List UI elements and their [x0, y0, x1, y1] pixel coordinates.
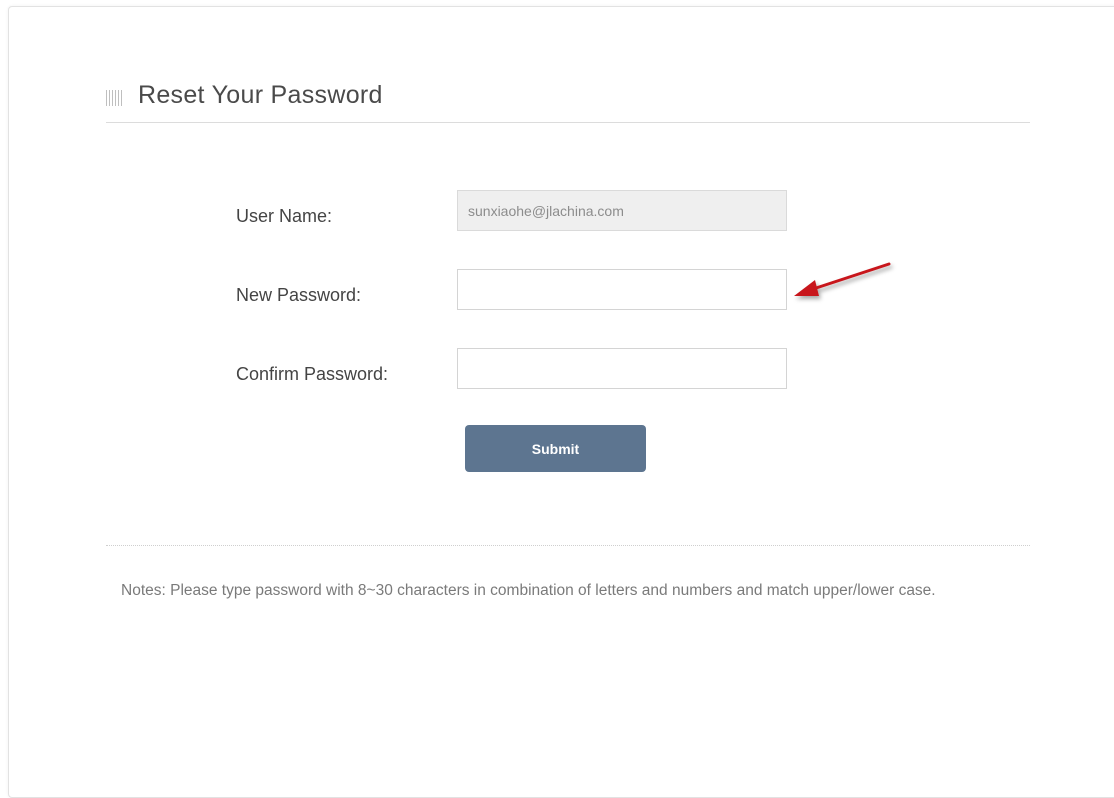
confirm-password-field[interactable] — [457, 348, 787, 389]
title-row: Reset Your Password — [106, 80, 1030, 123]
username-label: User Name: — [236, 206, 333, 226]
section-divider — [106, 545, 1030, 546]
password-notes: Notes: Please type password with 8~30 ch… — [121, 582, 936, 599]
grid-icon — [106, 90, 122, 106]
username-field[interactable] — [457, 190, 787, 231]
red-arrow-icon — [794, 262, 891, 296]
page-title: Reset Your Password — [138, 81, 383, 109]
reset-password-panel — [8, 6, 1114, 798]
confirm-password-label: Confirm Password: — [236, 364, 389, 384]
submit-button[interactable]: Submit — [465, 425, 646, 472]
new-password-field[interactable] — [457, 269, 787, 310]
new-password-label: New Password: — [236, 285, 362, 305]
